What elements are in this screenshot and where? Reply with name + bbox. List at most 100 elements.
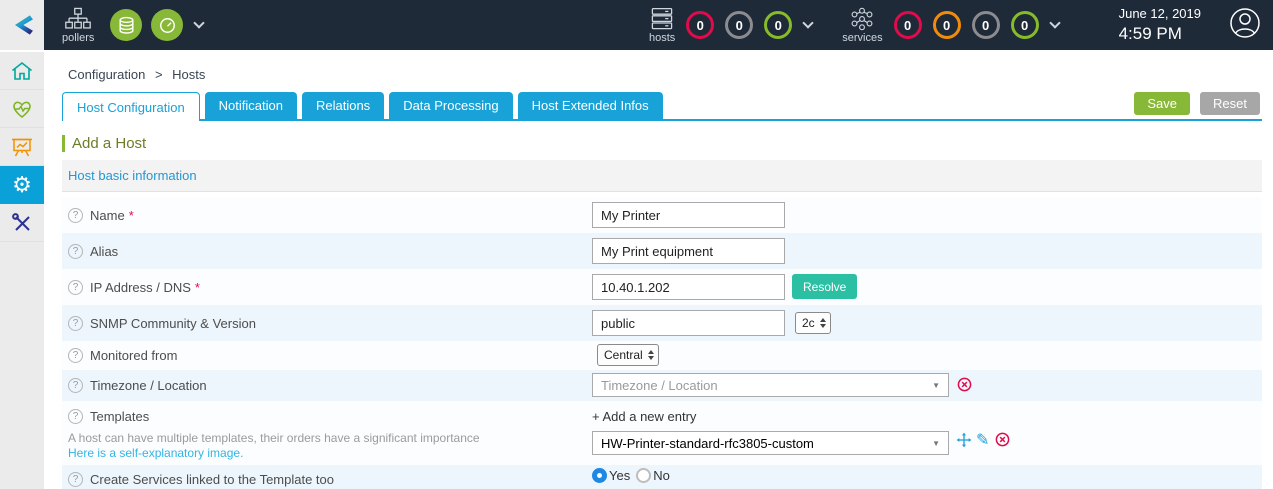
create-services-no-radio[interactable] [636,468,652,483]
create-services-yes-radio[interactable] [592,468,607,483]
section-host-basic-information: Host basic information [62,160,1262,192]
dropdown-arrow-icon: ▼ [932,380,940,390]
snmp-version-value: 2c [802,316,815,330]
timezone-select[interactable]: Timezone / Location ▼ [592,373,949,397]
heart-pulse-icon [13,101,31,118]
help-icon[interactable]: ? [68,243,83,259]
create-services-radio-group: Yes No [592,468,670,483]
title-accent-bar [62,135,65,152]
services-critical-count[interactable]: 0 [893,11,922,39]
presentation-chart-icon [12,138,32,156]
sidebar-item-reporting[interactable] [0,128,44,166]
row-name: ? Name * [62,197,1262,233]
tab-data-processing[interactable]: Data Processing [389,92,513,119]
alias-input[interactable] [592,238,785,264]
sidebar-item-configuration[interactable]: ⚙ [0,166,44,204]
row-snmp: ? SNMP Community & Version 2c [62,305,1262,341]
timezone-clear-icon[interactable] [957,377,972,397]
pollers-icon [65,7,92,29]
timezone-placeholder: Timezone / Location [601,377,718,393]
sidebar-item-home[interactable] [0,52,44,90]
services-ok-count[interactable]: 0 [1010,11,1039,39]
reset-button[interactable]: Reset [1200,92,1260,115]
create-services-yes-label[interactable]: Yes [609,468,630,483]
dropdown-arrow-icon: ▼ [932,438,940,448]
select-spinner-icon [647,350,654,360]
services-unknown-count[interactable]: 0 [971,11,1000,39]
help-icon[interactable]: ? [68,409,83,424]
hosts-icon [651,7,673,29]
breadcrumb: Configuration > Hosts [68,67,205,82]
page-title: Add a Host [62,135,146,152]
template-edit-pencil-icon[interactable]: ✎ [976,430,989,450]
add-template-entry-link[interactable]: + Add a new entry [592,409,696,424]
monitored-from-select[interactable]: Central [597,344,659,366]
hosts-up-count[interactable]: 0 [764,11,793,39]
templates-help-text: A host can have multiple templates, thei… [68,431,480,445]
tab-notification[interactable]: Notification [204,92,297,119]
pollers-chevron-down-icon[interactable] [193,17,206,29]
help-icon[interactable]: ? [68,207,83,223]
snmp-community-input[interactable] [592,310,785,336]
centreon-logo[interactable] [0,0,44,50]
hosts-menu[interactable]: hosts [649,7,675,44]
pollers-label: pollers [62,31,95,44]
help-icon[interactable]: ? [68,315,83,331]
user-avatar[interactable] [1229,7,1261,44]
required-mark: * [128,207,134,223]
templates-example-link[interactable]: Here is a self-explanatory image. [68,446,592,460]
breadcrumb-configuration[interactable]: Configuration [68,67,145,82]
database-status-button[interactable] [110,9,143,41]
topbar: pollers hosts 0 0 0 services 0 0 0 0 Jun… [0,0,1273,50]
create-services-no-label[interactable]: No [653,468,670,483]
current-date: June 12, 2019 [1118,6,1201,22]
template-delete-icon[interactable] [995,432,1010,452]
timezone-label: Timezone / Location [90,378,207,393]
name-label: Name [90,207,125,223]
page-title-text: Add a Host [72,135,147,152]
tab-host-extended-infos[interactable]: Host Extended Infos [517,92,663,119]
row-monitored-from: ? Monitored from Central [62,341,1262,370]
hosts-down-count[interactable]: 0 [686,11,715,39]
row-ip-address: ? IP Address / DNS * Resolve [62,269,1262,305]
tools-icon [12,212,30,231]
services-warning-count[interactable]: 0 [932,11,961,39]
current-time: 4:59 PM [1118,23,1182,43]
help-icon[interactable]: ? [68,279,83,295]
breadcrumb-hosts[interactable]: Hosts [172,67,205,82]
sidebar-item-monitoring[interactable] [0,90,44,128]
snmp-version-select[interactable]: 2c [795,312,831,334]
sidebar: ⚙ [0,52,44,489]
centreon-logo-icon [15,15,33,35]
breadcrumb-separator: > [154,67,163,82]
tab-relations[interactable]: Relations [301,92,385,119]
help-icon[interactable]: ? [68,348,83,363]
hosts-unreachable-count[interactable]: 0 [725,11,754,39]
save-button[interactable]: Save [1134,92,1191,115]
services-menu[interactable]: services [842,7,883,44]
services-icon [851,7,873,30]
services-chevron-down-icon[interactable] [1048,17,1061,29]
main-content: Configuration > Hosts Host Configuration… [44,50,1273,489]
row-templates: ? Templates A host can have multiple tem… [62,401,1262,465]
pollers-menu[interactable]: pollers [62,7,94,44]
hosts-label: hosts [648,31,676,44]
help-icon[interactable]: ? [68,471,83,487]
tab-host-configuration[interactable]: Host Configuration [62,92,200,121]
hosts-chevron-down-icon[interactable] [802,17,814,29]
latency-status-button[interactable] [151,9,184,41]
ip-input[interactable] [592,274,785,300]
sidebar-item-administration[interactable] [0,204,44,242]
row-alias: ? Alias [62,233,1262,269]
resolve-button[interactable]: Resolve [792,274,858,299]
alias-label: Alias [90,243,119,259]
gear-icon: ⚙ [12,172,32,197]
tab-bar: Host Configuration Notification Relation… [62,92,663,121]
monitored-from-value: Central [604,348,643,362]
templates-label: Templates [90,409,150,424]
monitored-from-label: Monitored from [90,348,178,363]
template-move-icon[interactable] [956,432,972,453]
name-input[interactable] [592,202,785,228]
help-icon[interactable]: ? [68,378,83,393]
template-select[interactable]: HW-Printer-standard-rfc3805-custom ▼ [592,431,949,455]
